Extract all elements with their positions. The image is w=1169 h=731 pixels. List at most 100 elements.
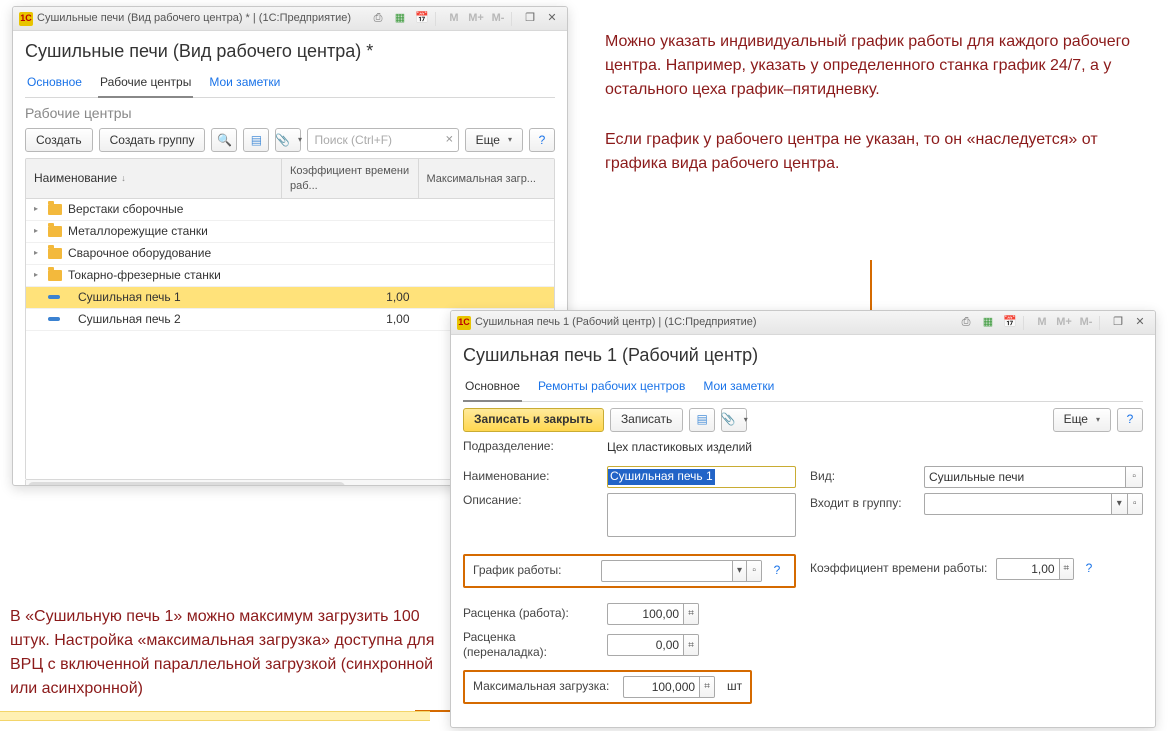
titlebar[interactable]: 1C Сушильные печи (Вид рабочего центра) …	[13, 7, 567, 31]
m-plus-button[interactable]: M+	[1055, 315, 1073, 331]
col-max[interactable]: Максимальная загр...	[418, 159, 555, 198]
open-icon[interactable]: ▫	[746, 561, 761, 581]
close-icon[interactable]: ✕	[1131, 315, 1149, 331]
input-type[interactable]	[925, 467, 1125, 487]
table-row[interactable]: ▸ Металлорежущие станки	[26, 221, 554, 243]
list-icon[interactable]: ▤	[689, 408, 715, 432]
table-row[interactable]: ▸ Верстаки сборочные	[26, 199, 554, 221]
open-icon[interactable]: ▫	[1125, 467, 1142, 487]
col-coef[interactable]: Коэффициент времени раб...	[281, 159, 418, 198]
field-schedule[interactable]: ▾ ▫	[601, 560, 762, 582]
row-name: Металлорежущие станки	[68, 224, 208, 240]
row-name: Токарно-фрезерные станки	[68, 268, 221, 284]
m-minus-button[interactable]: M-	[489, 11, 507, 27]
chevron-down-icon[interactable]: ▾	[1111, 494, 1126, 514]
help-icon[interactable]: ?	[1117, 408, 1143, 432]
m-plus-button[interactable]: M+	[467, 11, 485, 27]
grid-icon[interactable]: ▦	[979, 315, 997, 331]
list-icon[interactable]: ▤	[243, 128, 269, 152]
table-row[interactable]: ▸ Токарно-фрезерные станки	[26, 265, 554, 287]
input-maxload[interactable]	[624, 677, 699, 697]
label-group: Входит в группу:	[810, 496, 918, 512]
m-button[interactable]: M	[445, 11, 463, 27]
row-name: Верстаки сборочные	[68, 202, 183, 218]
search-placeholder: Поиск (Ctrl+F)	[314, 133, 392, 149]
m-button[interactable]: M	[1033, 315, 1051, 331]
create-group-button[interactable]: Создать группу	[99, 128, 206, 152]
input-rate-work[interactable]	[608, 604, 683, 624]
field-group[interactable]: ▾ ▫	[924, 493, 1143, 515]
help-schedule[interactable]: ?	[768, 560, 786, 582]
field-maxload[interactable]: ⌗	[623, 676, 715, 698]
print-icon[interactable]: ⎙	[957, 315, 975, 331]
help-coef[interactable]: ?	[1080, 558, 1098, 580]
expand-caret-icon[interactable]: ▸	[34, 226, 42, 236]
print-icon[interactable]: ⎙	[369, 11, 387, 27]
tab-repairs[interactable]: Ремонты рабочих центров	[536, 375, 687, 402]
row-name: Сушильная печь 1	[78, 290, 181, 306]
expand-caret-icon[interactable]: ▸	[34, 270, 42, 280]
label-desc: Описание:	[463, 493, 601, 509]
input-rate-setup[interactable]	[608, 635, 683, 655]
field-type[interactable]: ▫	[924, 466, 1143, 488]
calendar-icon[interactable]: 📅	[413, 11, 431, 27]
calculator-icon[interactable]: ⌗	[699, 677, 714, 697]
field-rate-work[interactable]: ⌗	[607, 603, 699, 625]
attach-icon[interactable]: 📎	[721, 408, 747, 432]
label-department: Подразделение:	[463, 439, 601, 455]
row-group: Входит в группу: ▾ ▫	[810, 493, 1143, 515]
field-desc[interactable]	[607, 493, 796, 537]
decor-yellow-strip	[0, 711, 430, 721]
more-button[interactable]: Еще	[465, 128, 523, 152]
tab-main[interactable]: Основное	[25, 71, 84, 98]
calculator-icon[interactable]: ⌗	[683, 604, 698, 624]
table-row[interactable]: ▸Сварочное оборудование	[26, 243, 554, 265]
restore-icon[interactable]: ❐	[1109, 315, 1127, 331]
calendar-icon[interactable]: 📅	[1001, 315, 1019, 331]
row-rate-setup: Расценка (переналадка): ⌗	[463, 630, 1143, 661]
search-input[interactable]: Поиск (Ctrl+F) ✕	[307, 128, 458, 152]
grid-icon[interactable]: ▦	[391, 11, 409, 27]
save-button[interactable]: Записать	[610, 408, 683, 432]
row-type: Вид: ▫	[810, 466, 1143, 488]
section-title: Рабочие центры	[25, 104, 555, 122]
scrollbar-thumb[interactable]	[28, 482, 345, 486]
value-department: Цех пластиковых изделий	[607, 438, 752, 456]
close-icon[interactable]: ✕	[543, 11, 561, 27]
create-button[interactable]: Создать	[25, 128, 93, 152]
annotation-right-1: Можно указать индивидуальный график рабо…	[605, 30, 1145, 102]
restore-icon[interactable]: ❐	[521, 11, 539, 27]
attach-icon[interactable]: 📎	[275, 128, 301, 152]
separator	[435, 12, 441, 26]
more-button[interactable]: Еще	[1053, 408, 1111, 432]
m-minus-button[interactable]: M-	[1077, 315, 1095, 331]
label-rate-work: Расценка (работа):	[463, 606, 601, 622]
unit-maxload: шт	[727, 679, 742, 695]
expand-caret-icon[interactable]: ▸	[34, 204, 42, 214]
field-rate-setup[interactable]: ⌗	[607, 634, 699, 656]
field-coef[interactable]: ⌗	[996, 558, 1074, 580]
row-department: Подразделение: Цех пластиковых изделий	[463, 438, 1143, 456]
clear-search-icon[interactable]: ✕	[445, 134, 453, 147]
calculator-icon[interactable]: ⌗	[1059, 559, 1073, 579]
tab-main[interactable]: Основное	[463, 375, 522, 403]
help-icon[interactable]: ?	[529, 128, 555, 152]
col-name[interactable]: Наименование↓	[26, 159, 281, 198]
tab-notes[interactable]: Мои заметки	[701, 375, 776, 402]
find-icon[interactable]: 🔍	[211, 128, 237, 152]
open-icon[interactable]: ▫	[1127, 494, 1142, 514]
table-row[interactable]: Сушильная печь 11,00	[26, 287, 554, 309]
input-group[interactable]	[925, 494, 1111, 514]
label-coef: Коэффициент времени работы:	[810, 561, 990, 577]
tab-centers[interactable]: Рабочие центры	[98, 71, 193, 99]
tab-notes[interactable]: Мои заметки	[207, 71, 282, 98]
input-schedule[interactable]	[602, 561, 732, 581]
calculator-icon[interactable]: ⌗	[683, 635, 698, 655]
expand-caret-icon[interactable]: ▸	[34, 248, 42, 258]
titlebar[interactable]: 1C Сушильная печь 1 (Рабочий центр) | (1…	[451, 311, 1155, 335]
field-name[interactable]: Сушильная печь 1	[607, 466, 796, 488]
chevron-down-icon[interactable]: ▾	[732, 561, 747, 581]
input-coef[interactable]	[997, 559, 1059, 579]
save-close-button[interactable]: Записать и закрыть	[463, 408, 604, 432]
page-title: Сушильная печь 1 (Рабочий центр)	[463, 345, 1143, 367]
